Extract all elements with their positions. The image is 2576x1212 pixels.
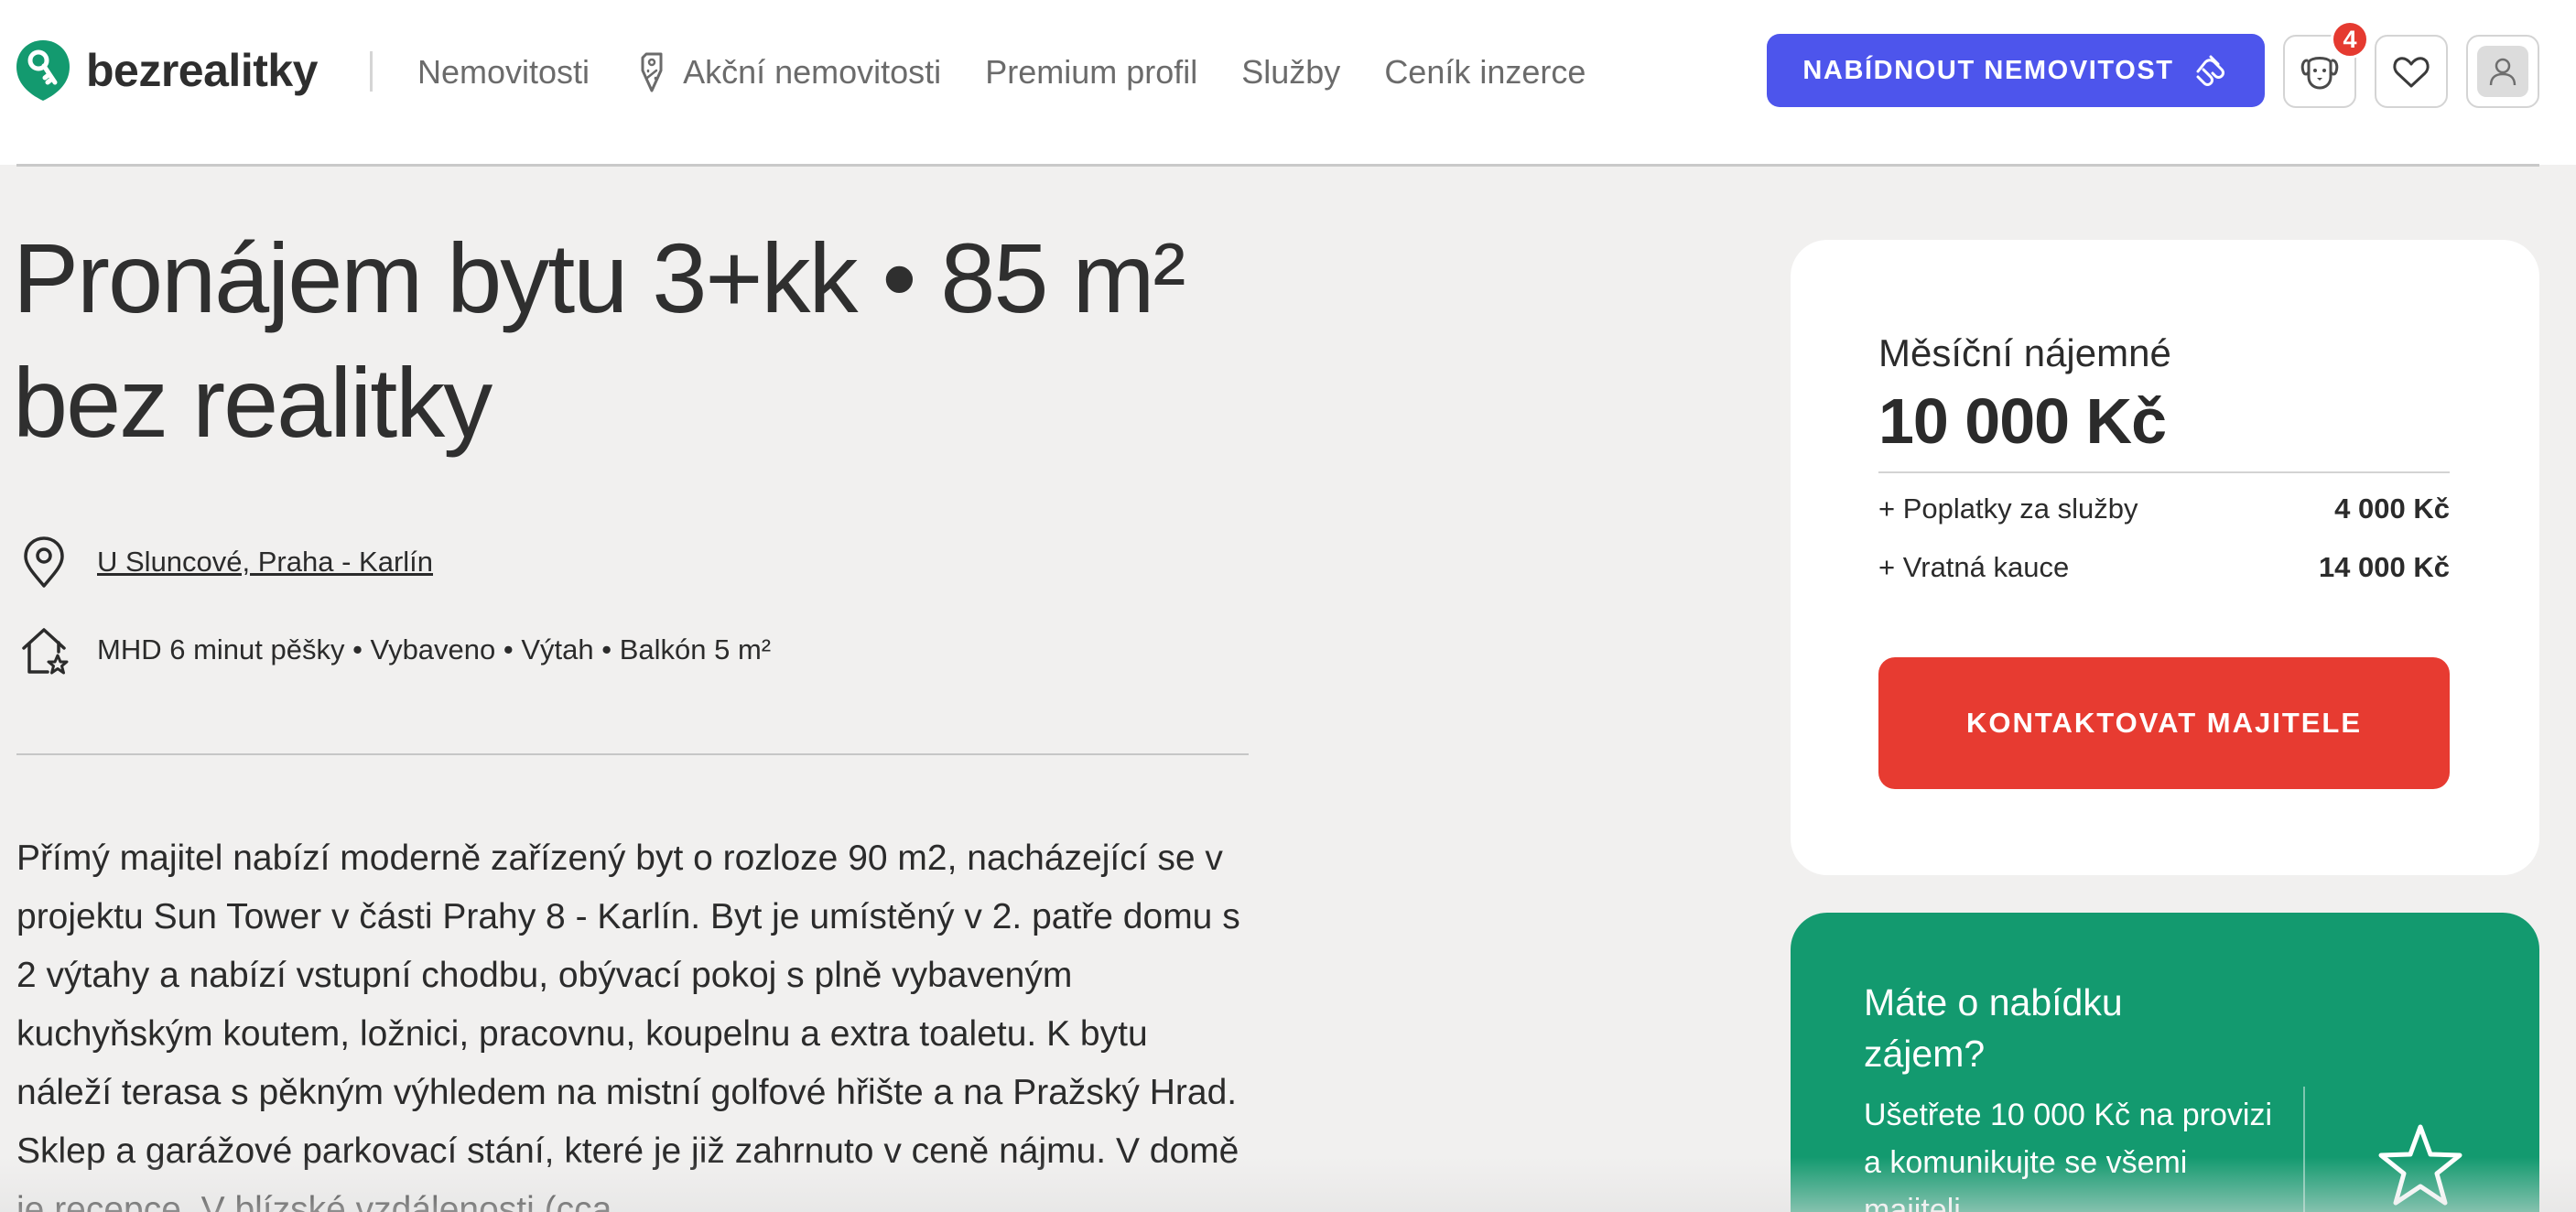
address-link[interactable]: U Sluncové, Praha - Karlín <box>97 546 433 579</box>
nav-item-nemovitosti[interactable]: Nemovitosti <box>417 53 590 92</box>
fee-amount: 4 000 Kč <box>2334 492 2450 525</box>
monthly-rent-value: 10 000 Kč <box>1878 385 2167 457</box>
favorites-button[interactable] <box>2375 35 2448 108</box>
listing-title-line1: Pronájem bytu 3+kk • 85 m² <box>13 222 1185 333</box>
location-pin-icon <box>24 536 64 588</box>
nav-item-akcni-nemovitosti[interactable]: Akční nemovitosti <box>633 50 941 94</box>
fee-amount: 14 000 Kč <box>2318 551 2450 583</box>
header-bottom-border <box>16 164 2539 167</box>
nav-item-label: Nemovitosti <box>417 53 590 91</box>
promo-text: Ušetřete 10 000 Kč na provizi a komuniku… <box>1864 1098 2273 1212</box>
logo[interactable]: bezrealitky <box>15 38 318 103</box>
promo-divider <box>2303 1087 2305 1212</box>
header-divider <box>370 51 373 92</box>
deposit-row: + Vratná kauce 14 000 Kč <box>1878 551 2450 584</box>
content-divider <box>16 753 1249 755</box>
top-header: bezrealitky Nemovitosti Akční nemovitost… <box>0 0 2576 167</box>
features-row: MHD 6 minut pěšky • Vybaveno • Výtah • B… <box>18 622 771 677</box>
contact-owner-button[interactable]: KONTAKTOVAT MAJITELE <box>1878 657 2450 789</box>
service-fees-row: + Poplatky za služby 4 000 Kč <box>1878 492 2450 525</box>
listing-description: Přímý majitel nabízí moderně zařízený by… <box>16 839 1240 1212</box>
nav-item-premium-profil[interactable]: Premium profil <box>985 53 1197 92</box>
logo-text: bezrealitky <box>86 45 318 96</box>
notification-badge: 4 <box>2331 20 2369 59</box>
logo-key-icon <box>16 40 70 101</box>
house-star-icon <box>22 628 69 675</box>
offer-property-label: NABÍDNOUT NEMOVITOST <box>1802 55 2174 85</box>
avatar <box>2477 46 2528 97</box>
listing-title: Pronájem bytu 3+kk • 85 m² bez realitky <box>13 216 1258 465</box>
dog-icon <box>2300 57 2339 90</box>
monthly-rent-label: Měsíční nájemné <box>1878 331 2171 374</box>
promo-title: Máte o nabídku zájem? <box>1864 981 2123 1075</box>
listing-title-line2: bez realitky <box>13 347 492 458</box>
fee-label: + Vratná kauce <box>1878 551 2070 583</box>
offer-property-button[interactable]: NABÍDNOUT NEMOVITOST <box>1767 34 2265 107</box>
features-text: MHD 6 minut pěšky • Vybaveno • Výtah • B… <box>97 633 772 666</box>
price-card: Měsíční nájemné 10 000 Kč + Poplatky za … <box>1791 240 2539 875</box>
nav-item-label: Premium profil <box>985 53 1198 91</box>
discount-tag-icon <box>641 52 663 92</box>
fee-label: + Poplatky za služby <box>1878 492 2138 525</box>
star-icon <box>2378 1124 2462 1206</box>
nav-item-cenik-inzerce[interactable]: Ceník inzerce <box>1384 53 1586 92</box>
handshake-icon <box>2196 55 2224 86</box>
nav-item-label: Akční nemovitosti <box>683 53 942 91</box>
nav-item-label: Služby <box>1241 53 1341 91</box>
price-divider <box>1878 471 2450 473</box>
user-account-button[interactable] <box>2466 35 2539 108</box>
promo-card: Máte o nabídku zájem? Ušetřete 10 000 Kč… <box>1791 913 2539 1212</box>
main-nav: Nemovitosti Akční nemovitosti Premium pr… <box>417 49 1629 95</box>
heart-icon <box>2393 57 2430 88</box>
nav-item-sluzby[interactable]: Služby <box>1241 53 1340 92</box>
address-row: U Sluncové, Praha - Karlín <box>18 535 433 590</box>
nav-item-label: Ceník inzerce <box>1384 53 1586 91</box>
user-icon <box>2489 58 2516 86</box>
